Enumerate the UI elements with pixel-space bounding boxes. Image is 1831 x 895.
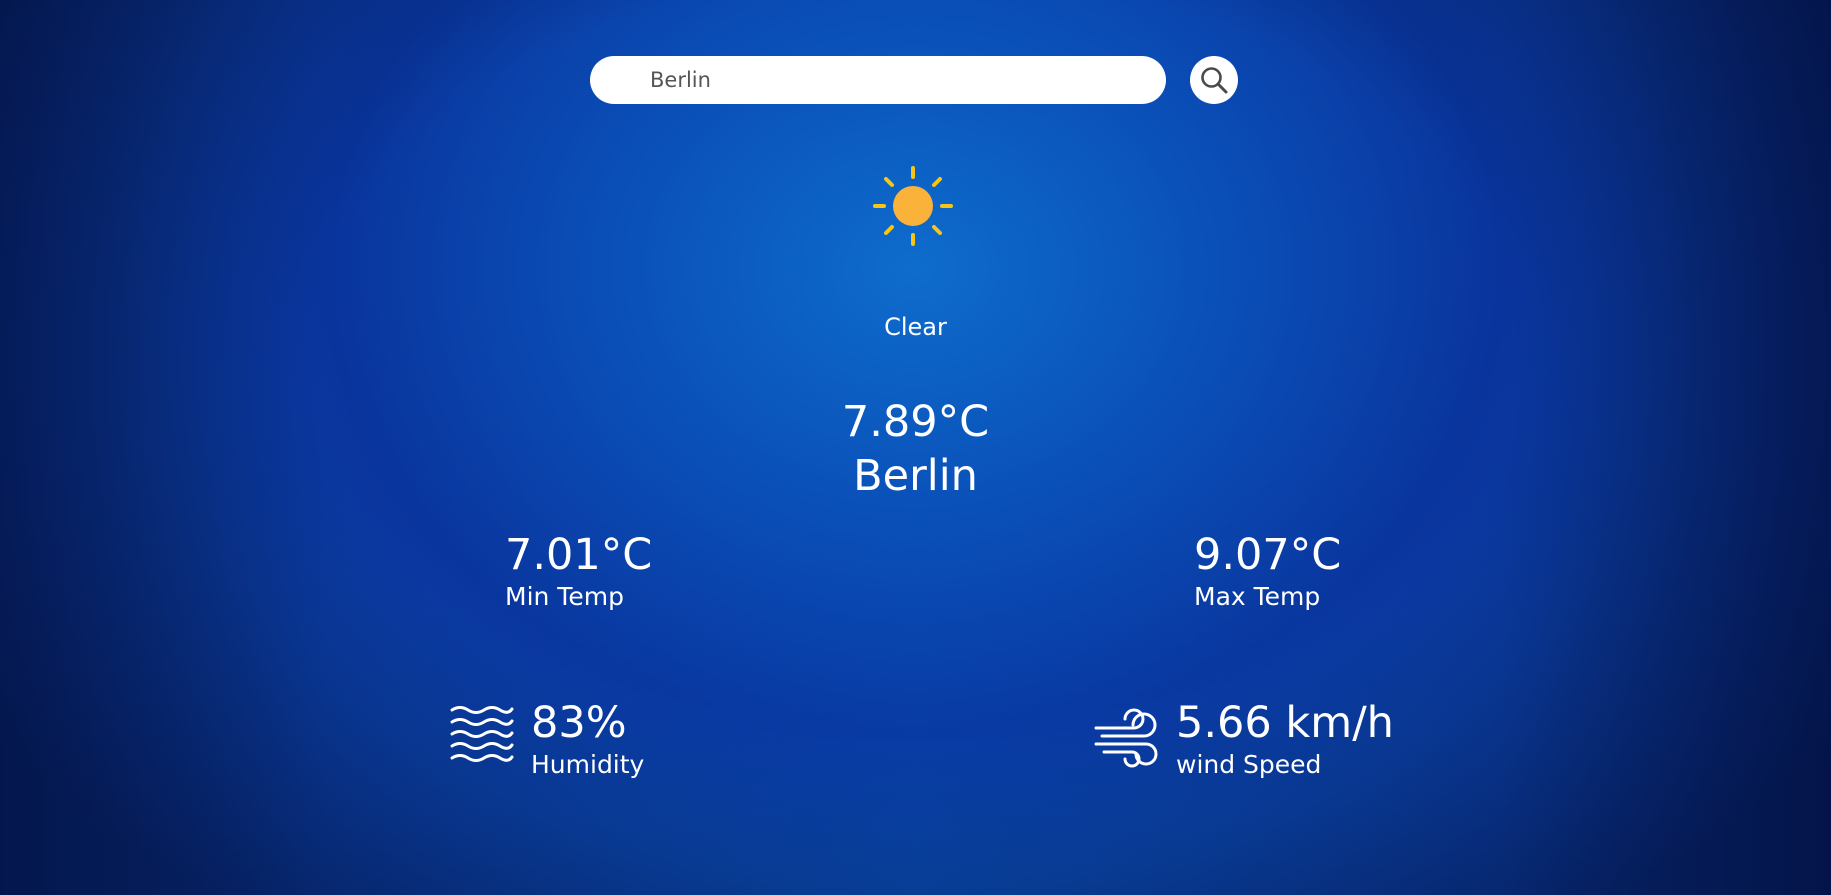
search-button[interactable] bbox=[1190, 56, 1238, 104]
wind-speed-label: wind Speed bbox=[1176, 750, 1322, 779]
min-temp-label: Min Temp bbox=[505, 582, 624, 611]
humidity-label: Humidity bbox=[531, 750, 645, 779]
max-temp-value: 9.07°C bbox=[1194, 530, 1342, 580]
humidity-block: 83% Humidity bbox=[531, 697, 644, 781]
max-temp-block: 9.07°C Max Temp bbox=[1194, 529, 1341, 613]
humidity-waves-icon bbox=[450, 706, 514, 762]
wind-block: 5.66 km/h wind Speed bbox=[1176, 697, 1394, 781]
weather-condition: Clear bbox=[884, 313, 947, 341]
search-icon bbox=[1201, 67, 1228, 94]
max-temp-label: Max Temp bbox=[1194, 582, 1321, 611]
city-search-input[interactable] bbox=[590, 56, 1166, 104]
min-temp-value: 7.01°C bbox=[505, 530, 653, 580]
humidity-value: 83% bbox=[531, 698, 627, 748]
wind-speed-value: 5.66 km/h bbox=[1176, 698, 1394, 748]
sun-icon bbox=[873, 166, 953, 246]
wind-icon bbox=[1094, 708, 1158, 768]
city-name: Berlin bbox=[853, 451, 978, 501]
min-temp-block: 7.01°C Min Temp bbox=[505, 529, 652, 613]
current-temperature: 7.89°C bbox=[841, 397, 990, 447]
